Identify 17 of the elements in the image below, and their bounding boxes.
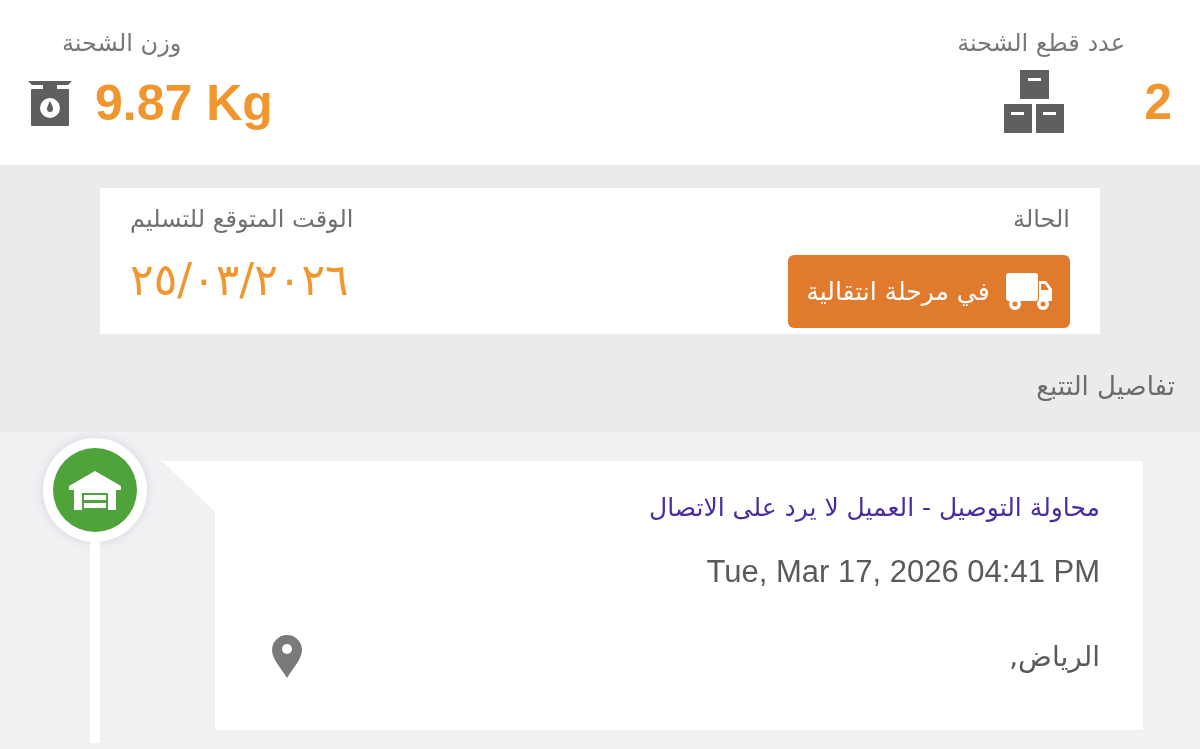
truck-icon [1005, 272, 1052, 311]
location-pin-icon [272, 635, 302, 678]
warehouse-icon [53, 448, 137, 532]
pieces-count: 2 [1144, 74, 1172, 129]
status-text: في مرحلة انتقالية [806, 275, 990, 308]
scale-icon [28, 80, 72, 126]
tracking-details-heading: تفاصيل التتبع [1036, 370, 1175, 403]
expected-delivery-label: الوقت المتوقع للتسليم [130, 204, 354, 235]
pieces-label: عدد قطع الشحنة [957, 28, 1125, 59]
weight-value: 9.87 Kg [95, 76, 273, 130]
status-label: الحالة [1013, 204, 1070, 235]
event-datetime: Tue, Mar 17, 2026 04:41 PM [706, 553, 1100, 591]
event-title: محاولة التوصيل - العميل لا يرد على الاتصال [649, 492, 1100, 525]
weight-label: وزن الشحنة [62, 28, 182, 59]
boxes-icon [1004, 70, 1065, 133]
event-location: الرياض, [1009, 638, 1100, 675]
expected-delivery-date: ٢٥/٠٣/٢٠٢٦ [130, 253, 349, 307]
